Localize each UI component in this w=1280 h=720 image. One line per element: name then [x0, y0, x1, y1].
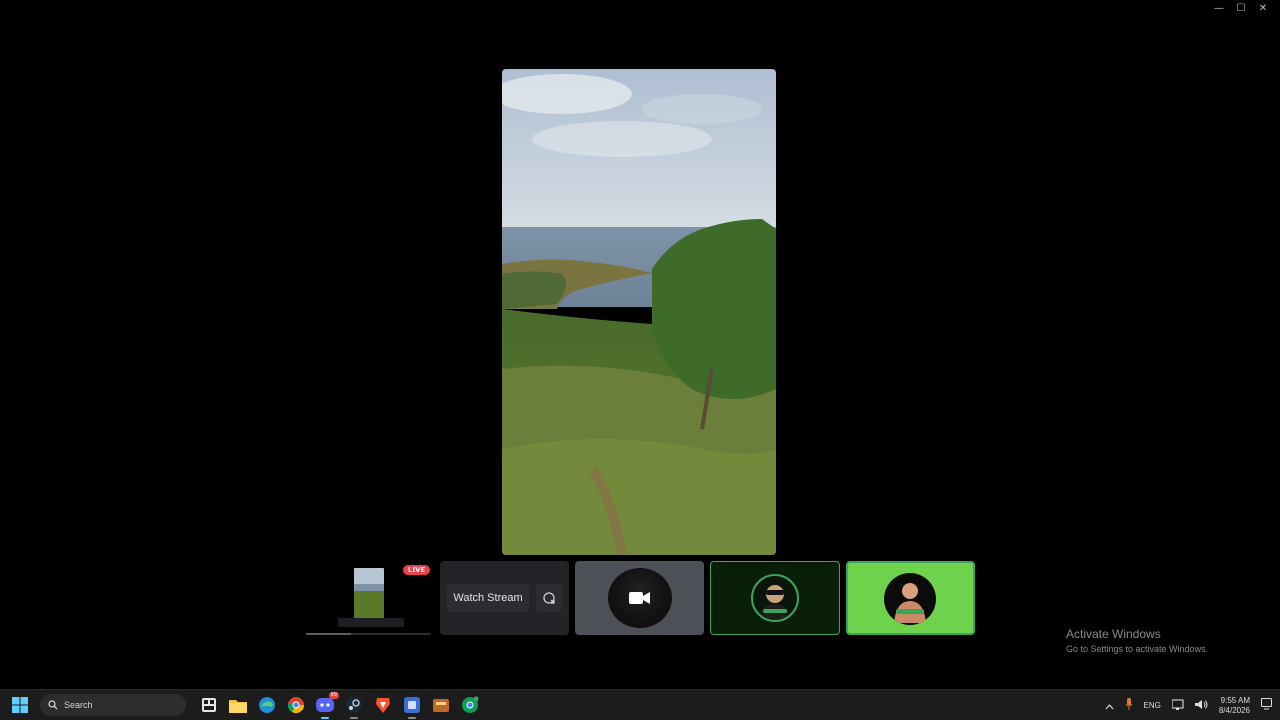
stream-landscape-image — [502, 69, 776, 555]
discord-app-icon[interactable]: 99 — [314, 692, 339, 719]
activate-title: Activate Windows — [1066, 627, 1161, 641]
windows-logo-icon — [12, 697, 28, 713]
steam-app-icon[interactable] — [343, 694, 365, 719]
minimize-button[interactable]: — — [1210, 2, 1228, 16]
file-explorer-icon[interactable] — [227, 694, 249, 716]
chrome-browser-icon[interactable] — [285, 694, 307, 716]
network-icon[interactable] — [1171, 697, 1184, 715]
popout-button[interactable] — [536, 584, 562, 612]
running-app-indicator — [408, 717, 416, 719]
notifications-icon[interactable] — [1261, 697, 1272, 715]
system-tray: ENG 9:55 AM 8/4/2026 — [1105, 690, 1272, 720]
discord-call-window: — ☐ ✕ LIVE Watch Stream Activate Windows… — [0, 0, 1280, 720]
activate-windows-watermark: Activate Windows Go to Settings to activ… — [1066, 627, 1208, 654]
active-app-indicator — [321, 717, 329, 719]
chevron-up-icon[interactable] — [1105, 697, 1114, 715]
chrome-profile-icon[interactable] — [459, 694, 481, 716]
main-stream-view[interactable] — [502, 69, 776, 555]
running-app-indicator — [350, 717, 358, 719]
windows-taskbar: Search 99 ENG 9:55 AM 8/4/2026 — [0, 689, 1280, 720]
app-icon-orange[interactable] — [430, 694, 452, 716]
taskbar-clock[interactable]: 9:55 AM 8/4/2026 — [1219, 696, 1250, 716]
popout-icon — [543, 592, 555, 604]
brave-browser-icon[interactable] — [372, 694, 394, 716]
participant-tile-camera[interactable] — [575, 561, 704, 635]
taskbar-search[interactable]: Search — [40, 694, 186, 716]
preview-scroll-track[interactable] — [306, 633, 431, 635]
live-badge: LIVE — [403, 565, 431, 575]
window-controls: — ☐ ✕ — [1210, 2, 1272, 16]
close-button[interactable]: ✕ — [1254, 2, 1272, 16]
preview-controls-bar — [338, 618, 404, 627]
camera-icon — [629, 590, 651, 610]
search-icon — [48, 700, 58, 710]
maximize-button[interactable]: ☐ — [1232, 2, 1250, 16]
edge-browser-icon[interactable] — [256, 694, 278, 716]
widgets-icon[interactable] — [198, 694, 220, 716]
user-avatar — [884, 573, 936, 625]
stream-preview-tile[interactable]: LIVE — [304, 561, 433, 635]
participant-tile-user[interactable] — [710, 561, 840, 635]
activate-subtitle: Go to Settings to activate Windows. — [1066, 644, 1209, 654]
watch-stream-button[interactable]: Watch Stream — [447, 584, 529, 612]
clock-date: 8/4/2026 — [1218, 705, 1250, 715]
start-button[interactable] — [9, 694, 31, 716]
discord-notification-badge: 99 — [328, 692, 339, 699]
stream-thumbnail — [354, 568, 384, 620]
language-indicator[interactable]: ENG — [1144, 701, 1161, 710]
watch-stream-tile: Watch Stream — [440, 561, 569, 635]
participant-tile-speaking-user[interactable] — [846, 561, 975, 635]
microphone-icon[interactable] — [1125, 697, 1133, 715]
clock-time: 9:55 AM — [1220, 695, 1250, 705]
user-avatar — [751, 574, 799, 622]
app-icon-blue[interactable] — [401, 694, 423, 719]
volume-icon[interactable] — [1194, 697, 1208, 715]
search-label: Search — [64, 700, 93, 710]
